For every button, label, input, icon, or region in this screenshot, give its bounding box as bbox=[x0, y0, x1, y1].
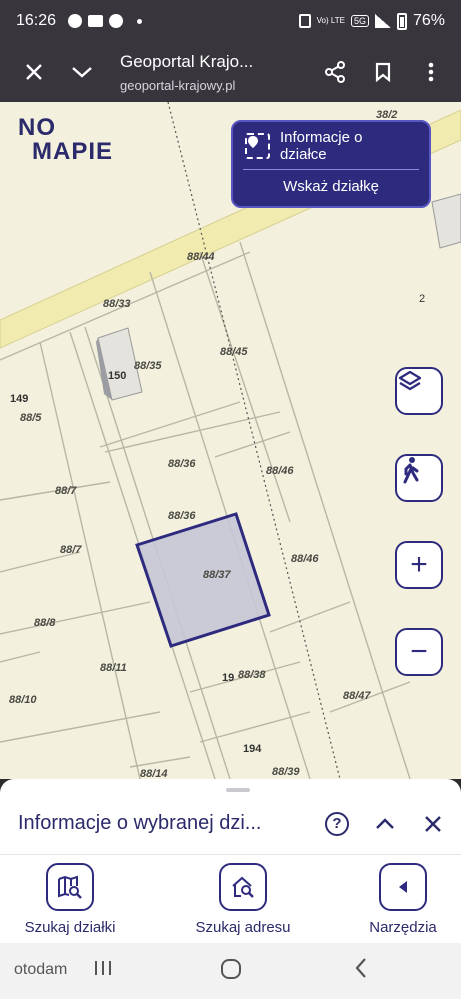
tools-menu[interactable]: Narzędzia bbox=[338, 863, 461, 936]
street-view-button[interactable] bbox=[395, 454, 443, 502]
facebook-icon bbox=[109, 14, 124, 28]
search-parcel-label: Szukaj działki bbox=[24, 919, 116, 936]
search-parcel-tool[interactable]: Szukaj działki bbox=[5, 863, 135, 936]
zoom-in-button[interactable]: + bbox=[395, 541, 443, 589]
parcel-label: 88/45 bbox=[220, 346, 248, 358]
parcel-label: 88/46 bbox=[266, 465, 294, 477]
browser-title-area[interactable]: Geoportal Krajo... geoportal-krajowy.pl bbox=[106, 52, 311, 93]
logo-line2: MAPIE bbox=[32, 138, 114, 165]
map-view[interactable]: NO MAPIE 38/2 88/44 88/33 88/35 150 88/4… bbox=[0, 102, 461, 779]
page-url: geoportal-krajowy.pl bbox=[120, 77, 236, 93]
sheet-title: Informacje o wybranej dzi... bbox=[18, 812, 262, 834]
sheet-header: Informacje o wybranej dzi... ? bbox=[0, 793, 461, 855]
layers-icon bbox=[398, 370, 422, 391]
parcel-label: 88/10 bbox=[9, 694, 37, 706]
parcel-info-panel: Informacje o działce Wskaż działkę bbox=[231, 120, 431, 208]
more-options-icon[interactable] bbox=[407, 48, 455, 96]
person-walking-icon bbox=[403, 457, 419, 484]
search-address-label: Szukaj adresu bbox=[195, 919, 291, 936]
help-icon: ? bbox=[325, 811, 349, 836]
close-sheet-button[interactable] bbox=[416, 807, 450, 841]
parcel-label: 88/38 bbox=[238, 669, 266, 681]
parcel-label: 88/14 bbox=[140, 768, 168, 779]
logo-line1: NO bbox=[18, 114, 56, 141]
otodam-watermark: otodam bbox=[14, 961, 68, 978]
parcel-label: 88/7 bbox=[60, 544, 82, 556]
bottom-sheet: Informacje o wybranej dzi... ? Szukaj dz… bbox=[0, 779, 461, 943]
building-number: 19 bbox=[222, 672, 235, 684]
gmail-icon bbox=[88, 15, 104, 27]
chevron-up-icon bbox=[376, 817, 394, 829]
point-parcel-button[interactable]: Wskaż działkę bbox=[233, 170, 429, 195]
parcel-label: 88/36 bbox=[168, 510, 196, 522]
parcel-label: 88/35 bbox=[134, 360, 162, 372]
battery-level: 76% bbox=[412, 12, 445, 29]
layers-button[interactable] bbox=[395, 367, 443, 415]
parcel-label: 88/46 bbox=[291, 553, 319, 565]
bookmark-icon[interactable] bbox=[359, 48, 407, 96]
close-icon[interactable] bbox=[10, 48, 58, 96]
tools-label: Narzędzia bbox=[369, 919, 437, 936]
select-area-icon bbox=[245, 132, 270, 159]
home-search-icon bbox=[219, 863, 267, 911]
network-type: 5G bbox=[350, 15, 369, 27]
help-button[interactable]: ? bbox=[320, 807, 354, 841]
parcel-info-title: Informacje o działce bbox=[279, 128, 363, 163]
page-title: Geoportal Krajo... bbox=[120, 51, 254, 71]
signal-icon bbox=[374, 14, 391, 28]
parcel-label: 88/44 bbox=[187, 251, 215, 263]
selected-parcel-label: 88/37 bbox=[203, 569, 231, 581]
parcel-label: 88/11 bbox=[100, 662, 127, 674]
battery-icon bbox=[396, 12, 407, 30]
recent-apps-icon[interactable] bbox=[88, 957, 118, 985]
tool-bar: Szukaj działki Szukaj adresu Narzędzia bbox=[0, 863, 461, 939]
volte-indicator: Vo) LTE bbox=[316, 16, 345, 25]
parcel-label: 88/39 bbox=[272, 766, 300, 778]
chevron-down-icon[interactable] bbox=[58, 48, 106, 96]
browser-toolbar: Geoportal Krajo... geoportal-krajowy.pl bbox=[0, 42, 461, 102]
share-icon[interactable] bbox=[311, 48, 359, 96]
map-search-icon bbox=[46, 863, 94, 911]
close-icon bbox=[425, 815, 441, 832]
screenshot-icon bbox=[298, 14, 311, 28]
chevron-left-icon bbox=[379, 863, 427, 911]
parcel-label: 88/8 bbox=[34, 617, 56, 629]
zoom-out-button[interactable]: − bbox=[395, 628, 443, 676]
status-time: 16:26 bbox=[16, 12, 57, 29]
system-nav-bar: otodam bbox=[0, 943, 461, 999]
search-address-tool[interactable]: Szukaj adresu bbox=[178, 863, 308, 936]
building-number: 149 bbox=[10, 393, 29, 405]
parcel-label: 88/7 bbox=[55, 485, 77, 497]
parcel-label: 2 bbox=[419, 293, 426, 305]
status-bar: 16:26 Vo) LTE 5G 76% bbox=[0, 0, 461, 42]
sheet-drag-handle[interactable] bbox=[226, 788, 250, 792]
building-number: 194 bbox=[243, 743, 262, 755]
notification-dot-icon bbox=[137, 18, 143, 24]
nomapie-logo: NO MAPIE bbox=[18, 116, 113, 164]
parcel-label: 88/33 bbox=[103, 298, 131, 310]
building-number: 150 bbox=[108, 370, 127, 382]
parcel-info-header[interactable]: Informacje o działce bbox=[243, 122, 419, 170]
parcel-label: 88/36 bbox=[168, 458, 196, 470]
parcel-label: 88/47 bbox=[343, 690, 371, 702]
parcel-label: 88/5 bbox=[20, 412, 42, 424]
collapse-button[interactable] bbox=[368, 807, 402, 841]
facebook-icon bbox=[68, 14, 83, 28]
back-icon[interactable] bbox=[346, 957, 376, 985]
home-icon[interactable] bbox=[216, 957, 246, 985]
